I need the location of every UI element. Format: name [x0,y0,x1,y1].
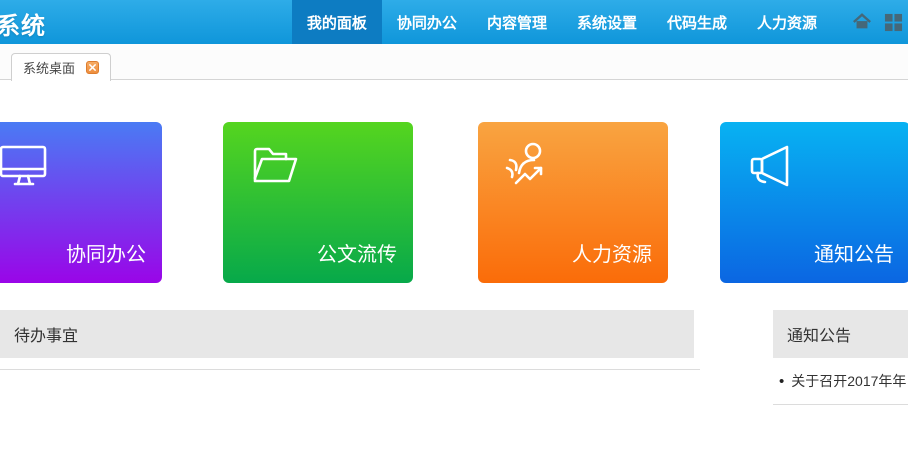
tab-system-desktop[interactable]: 系统桌面 [11,53,111,81]
nav-item-my-panel[interactable]: 我的面板 [292,0,382,44]
notice-list-item[interactable]: 关于召开2017年年 [779,371,908,391]
top-header: 系统 我的面板 协同办公 内容管理 系统设置 代码生成 人力资源 [0,0,908,44]
main-nav: 我的面板 协同办公 内容管理 系统设置 代码生成 人力资源 [292,0,832,44]
nav-item-content[interactable]: 内容管理 [472,0,562,44]
tile-label: 公文流传 [317,238,397,267]
todo-panel-title: 待办事宜 [14,322,78,346]
notice-panel-title: 通知公告 [787,322,851,346]
tile-label: 通知公告 [814,238,894,267]
tile-document-flow[interactable]: 公文流传 [223,122,413,283]
tile-human-resources[interactable]: 人力资源 [478,122,668,283]
monitor-icon [0,138,52,199]
tile-collab-office[interactable]: 协同办公 [0,122,162,283]
notice-item-divider [773,404,908,405]
todo-panel-divider [0,369,700,370]
tile-label: 人力资源 [572,238,652,267]
notice-panel-header: 通知公告 [773,310,908,358]
tab-label: 系统桌面 [23,58,75,77]
todo-panel-header: 待办事宜 [0,310,694,358]
tile-label: 协同办公 [66,238,146,267]
person-trend-icon [502,138,558,199]
megaphone-icon [744,138,800,199]
folder-open-icon [247,138,303,199]
dashboard-screen: 系统 我的面板 协同办公 内容管理 系统设置 代码生成 人力资源 [0,0,908,454]
nav-item-collab[interactable]: 协同办公 [382,0,472,44]
tab-bar: 系统桌面 [0,44,908,80]
header-icons [851,0,904,44]
tab-close-icon[interactable] [86,61,99,74]
nav-item-hr[interactable]: 人力资源 [742,0,832,44]
home-icon[interactable] [851,11,873,33]
brand-title: 系统 [0,6,46,41]
apps-grid-icon[interactable] [882,11,904,33]
nav-item-settings[interactable]: 系统设置 [562,0,652,44]
nav-item-codegen[interactable]: 代码生成 [652,0,742,44]
tile-notices[interactable]: 通知公告 [720,122,908,283]
